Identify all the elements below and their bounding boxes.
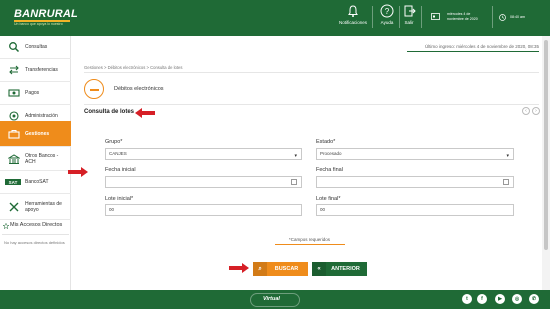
sidebar-item-label: Administración [25,113,58,119]
collapse-button[interactable]: ‹ [522,107,530,115]
payments-icon [8,89,20,97]
sidebar-item-consultas[interactable]: Consultas [0,36,71,59]
instagram-icon[interactable]: ◎ [512,294,522,304]
gestiones-icon [8,129,20,139]
accesos-directos-empty: No hay accesos directos definidos [4,240,65,245]
sidebar-item-label: Herramientas de apoyo [25,200,62,213]
exit-button[interactable]: Salir [402,4,416,25]
lote-final-value: 00 [320,207,326,212]
sidebar-item-label: Gestiones [25,130,50,137]
estado-select[interactable]: Procesado ▾ [316,148,514,160]
search-icon [9,42,20,53]
lote-inicial-value: 00 [109,207,115,212]
required-underline [275,244,345,245]
annotation-arrow-icon [135,108,155,118]
lote-inicial-label: Lote inicial* [105,196,134,202]
header-divider [399,6,400,28]
search-button[interactable]: ⌕ BUSCAR [253,262,308,276]
chevron-left-icon: « [312,262,326,276]
star-icon [3,223,9,229]
session-date-line-2: noviembre de 2020 [447,17,478,21]
fecha-inicial-input[interactable] [105,176,302,188]
sat-icon: SAT [5,179,21,185]
svg-text:?: ? [385,7,390,16]
estado-label: Estado* [316,139,336,145]
search-button-label: BUSCAR [274,266,299,272]
sidebar-item-label: Pagos [25,90,40,96]
estado-value: Procesado [320,151,342,156]
lote-inicial-input[interactable]: 00 [105,204,302,216]
required-note: *Campos requeridos [289,237,331,242]
chevron-down-icon: ▾ [294,153,297,159]
sidebar-item-herramientas[interactable]: Herramientas de apoyo [0,194,71,220]
exit-label: Salir [404,20,414,25]
back-button[interactable]: « ANTERIOR [312,262,367,276]
last-login-underline [407,51,539,52]
main-content: Último ingreso: miércoles 4 de noviembre… [72,36,542,290]
sidebar-item-pagos[interactable]: Pagos [0,82,71,105]
help-icon: ? [380,4,394,18]
header-divider [372,6,373,28]
lote-final-label: Lote final* [316,196,341,202]
annotation-arrow-icon [229,263,249,273]
sidebar-item-transferencias[interactable]: Transferencias [0,59,71,82]
logo-text: BANRURAL [14,8,78,20]
whatsapp-icon[interactable]: ✆ [529,294,539,304]
sidebar-item-ach[interactable]: Otros Bancos - ACH [0,147,71,171]
expand-button[interactable]: › [532,107,540,115]
bell-icon [348,5,358,17]
youtube-icon[interactable]: ▶ [495,294,505,304]
ach-icon [8,153,20,164]
grupo-label: Grupo* [105,139,123,145]
section-title: Consulta de lotes [84,109,135,115]
sidebar-divider [2,234,69,235]
last-login: Último ingreso: miércoles 4 de noviembre… [424,44,539,49]
notifications-label: Notificaciones [338,20,367,25]
calendar-icon[interactable] [503,179,509,185]
sidebar-item-label: Consultas [25,44,48,50]
clock-icon [499,14,506,21]
breadcrumb-divider [84,72,539,73]
breadcrumb: Gestiones > Débitos electrónicos > Consu… [84,65,183,70]
grupo-select[interactable]: CANJES ▾ [105,148,302,160]
sidebar-item-label: BancoSAT [25,179,49,185]
facebook-icon[interactable]: f [477,294,487,304]
sidebar-item-bancosat[interactable]: SAT BancoSAT [0,171,71,194]
header-divider [492,6,493,28]
module-divider [84,104,539,105]
calendar-icon [431,13,440,20]
twitter-icon[interactable]: t [462,294,472,304]
fecha-inicial-label: Fecha inicial [105,167,136,173]
help-label: Ayuda [380,20,394,25]
fecha-final-label: Fecha final [316,167,343,173]
notifications-button[interactable]: Notificaciones [334,4,372,25]
grupo-value: CANJES [109,151,127,156]
sidebar-item-label: Otros Bancos - ACH [25,152,59,165]
banrural-logo[interactable]: BANRURAL Un banco que apoya lo nuestro [6,5,78,31]
sidebar-item-label: Transferencias [25,67,58,73]
fecha-final-input[interactable] [316,176,514,188]
search-icon: ⌕ [253,262,267,276]
calendar-icon[interactable] [291,179,297,185]
logo-tagline: Un banco que apoya lo nuestro [14,22,63,26]
virtual-logo: Virtual [250,293,300,307]
virtual-logo-text: Virtual [263,296,280,302]
chevron-down-icon: ▾ [506,153,509,159]
module-title: Débitos electrónicos [114,86,164,92]
session-time: 08:40 am [510,15,525,19]
sidebar: Consultas Transferencias Pagos Administr… [0,36,71,290]
sidebar-item-gestiones[interactable]: Gestiones [0,121,71,147]
exit-icon [404,5,416,17]
accesos-directos-title: Mis Accesos Directos [10,222,63,228]
tools-icon [9,202,19,211]
module-icon [84,79,104,99]
scrollbar-thumb[interactable] [544,40,548,250]
header-divider [421,6,422,28]
svg-text:SAT: SAT [9,180,18,185]
annotation-arrow-icon [68,167,88,177]
lote-final-input[interactable]: 00 [316,204,514,216]
transfer-icon [9,65,19,75]
help-button[interactable]: ? Ayuda [377,4,397,25]
